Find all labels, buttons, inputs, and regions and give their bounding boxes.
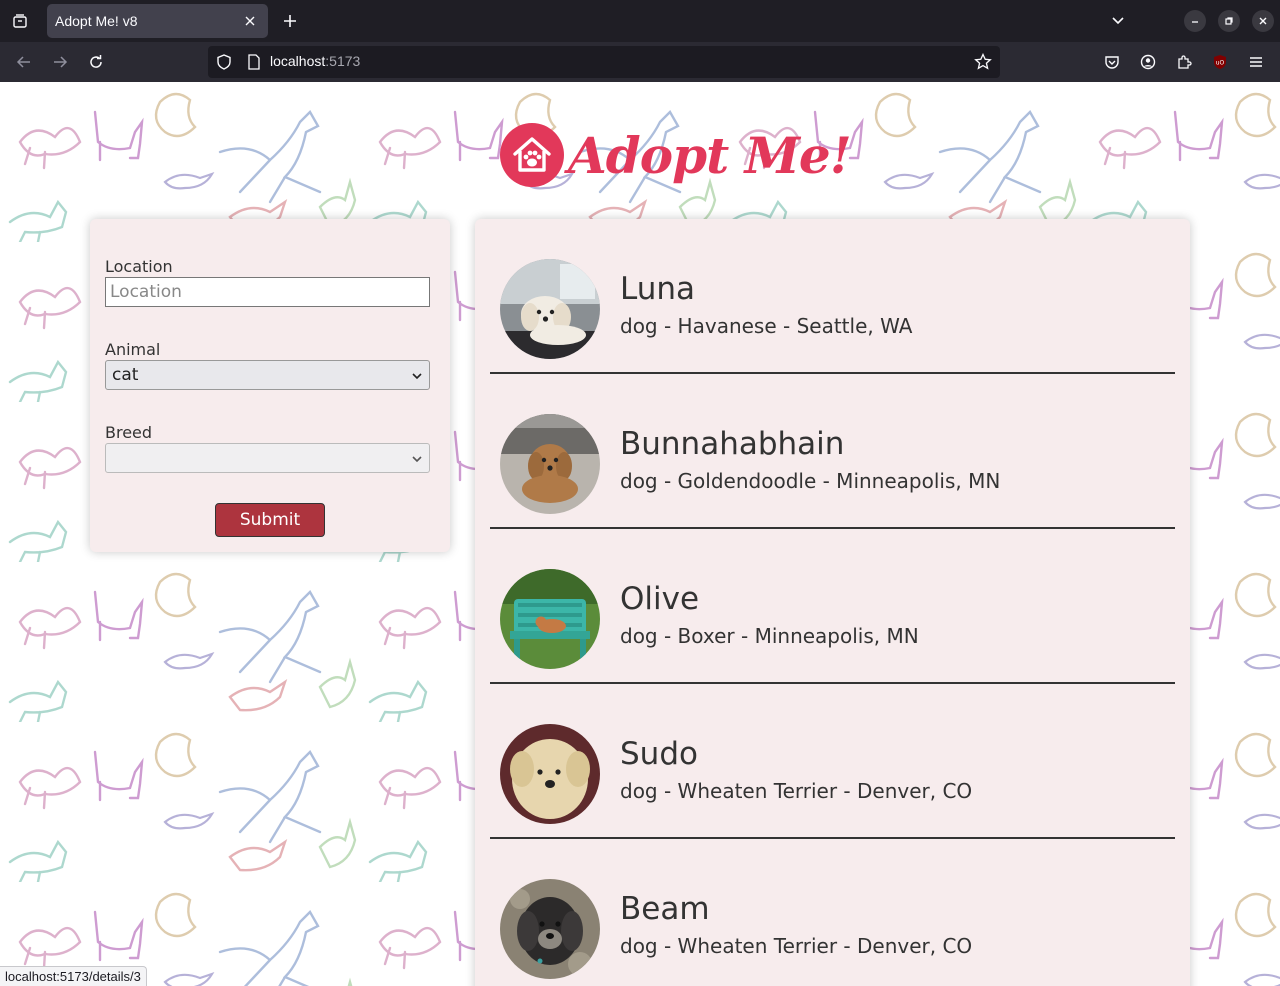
restore-window-icon[interactable]: [1218, 10, 1240, 32]
pet-description: dog - Havanese - Seattle, WA: [620, 314, 913, 338]
list-all-tabs-icon[interactable]: [8, 9, 32, 33]
address-bar[interactable]: localhost:5173: [208, 46, 1000, 78]
pet-name: Beam: [620, 891, 710, 927]
close-window-icon[interactable]: [1252, 10, 1274, 32]
pocket-icon[interactable]: [1100, 50, 1124, 74]
pet-name: Sudo: [620, 736, 698, 772]
browser-nav-bar: localhost:5173 uO: [0, 42, 1280, 82]
page-info-icon[interactable]: [246, 54, 262, 70]
url-text: localhost:5173: [270, 53, 360, 69]
svg-text:uO: uO: [1216, 60, 1225, 67]
pet-card-luna[interactable]: Luna dog - Havanese - Seattle, WA: [490, 219, 1175, 374]
pet-photo: [500, 724, 600, 824]
pet-name: Luna: [620, 271, 696, 307]
pet-description: dog - Wheaten Terrier - Denver, CO: [620, 934, 973, 958]
hamburger-menu-icon[interactable]: [1244, 50, 1268, 74]
browser-tab-bar: Adopt Me! v8: [0, 0, 1280, 42]
account-icon[interactable]: [1136, 50, 1160, 74]
location-input[interactable]: [105, 277, 430, 307]
pet-photo: [500, 569, 600, 669]
page-viewport: Adopt Me! Location Animal cat Breed Subm…: [0, 82, 1280, 986]
breed-label: Breed: [105, 423, 153, 442]
logo-text: Adopt Me!: [568, 125, 852, 185]
reload-icon[interactable]: [84, 50, 108, 74]
pet-photo: [500, 259, 600, 359]
pet-card-bunnahabhain[interactable]: Bunnahabhain dog - Goldendoodle - Minnea…: [490, 374, 1175, 529]
browser-tab-active[interactable]: Adopt Me! v8: [47, 4, 268, 38]
pet-card-olive[interactable]: Olive dog - Boxer - Minneapolis, MN: [490, 529, 1175, 684]
pet-card-sudo[interactable]: Sudo dog - Wheaten Terrier - Denver, CO: [490, 684, 1175, 839]
house-paw-icon: [500, 123, 564, 187]
tracking-shield-icon[interactable]: [216, 54, 232, 70]
pet-results-list: Luna dog - Havanese - Seattle, WA Bunnah…: [475, 219, 1190, 986]
animal-label: Animal: [105, 340, 161, 359]
pet-photo: [500, 414, 600, 514]
animal-select[interactable]: cat: [105, 360, 430, 390]
pet-description: dog - Goldendoodle - Minneapolis, MN: [620, 469, 1001, 493]
pet-description: dog - Boxer - Minneapolis, MN: [620, 624, 919, 648]
pet-card-beam[interactable]: Beam dog - Wheaten Terrier - Denver, CO: [490, 839, 1175, 986]
url-port: :5173: [325, 53, 361, 69]
pet-name: Olive: [620, 581, 700, 617]
extensions-puzzle-icon[interactable]: [1172, 50, 1196, 74]
link-status-bar: localhost:5173/details/3: [0, 966, 147, 986]
new-tab-plus-icon[interactable]: [278, 9, 302, 33]
chevron-down-icon: [412, 373, 422, 380]
chevron-down-icon[interactable]: [1106, 9, 1130, 33]
pet-description: dog - Wheaten Terrier - Denver, CO: [620, 779, 973, 803]
animal-select-value: cat: [112, 365, 139, 385]
minimize-window-icon[interactable]: [1184, 10, 1206, 32]
location-label: Location: [105, 257, 173, 276]
forward-arrow-icon[interactable]: [48, 50, 72, 74]
breed-select[interactable]: [105, 443, 430, 473]
pet-photo: [500, 879, 600, 979]
back-arrow-icon[interactable]: [12, 50, 36, 74]
close-tab-icon[interactable]: [240, 11, 260, 31]
chevron-down-icon: [412, 456, 422, 463]
adopt-me-logo[interactable]: Adopt Me!: [500, 122, 852, 188]
pet-name: Bunnahabhain: [620, 426, 845, 462]
tab-title: Adopt Me! v8: [55, 13, 138, 29]
url-host: localhost: [270, 53, 326, 69]
bookmark-star-icon[interactable]: [974, 53, 992, 71]
submit-button[interactable]: Submit: [215, 503, 325, 537]
search-form: Location Animal cat Breed Submit: [90, 219, 450, 552]
ublock-origin-icon[interactable]: uO: [1208, 50, 1232, 74]
